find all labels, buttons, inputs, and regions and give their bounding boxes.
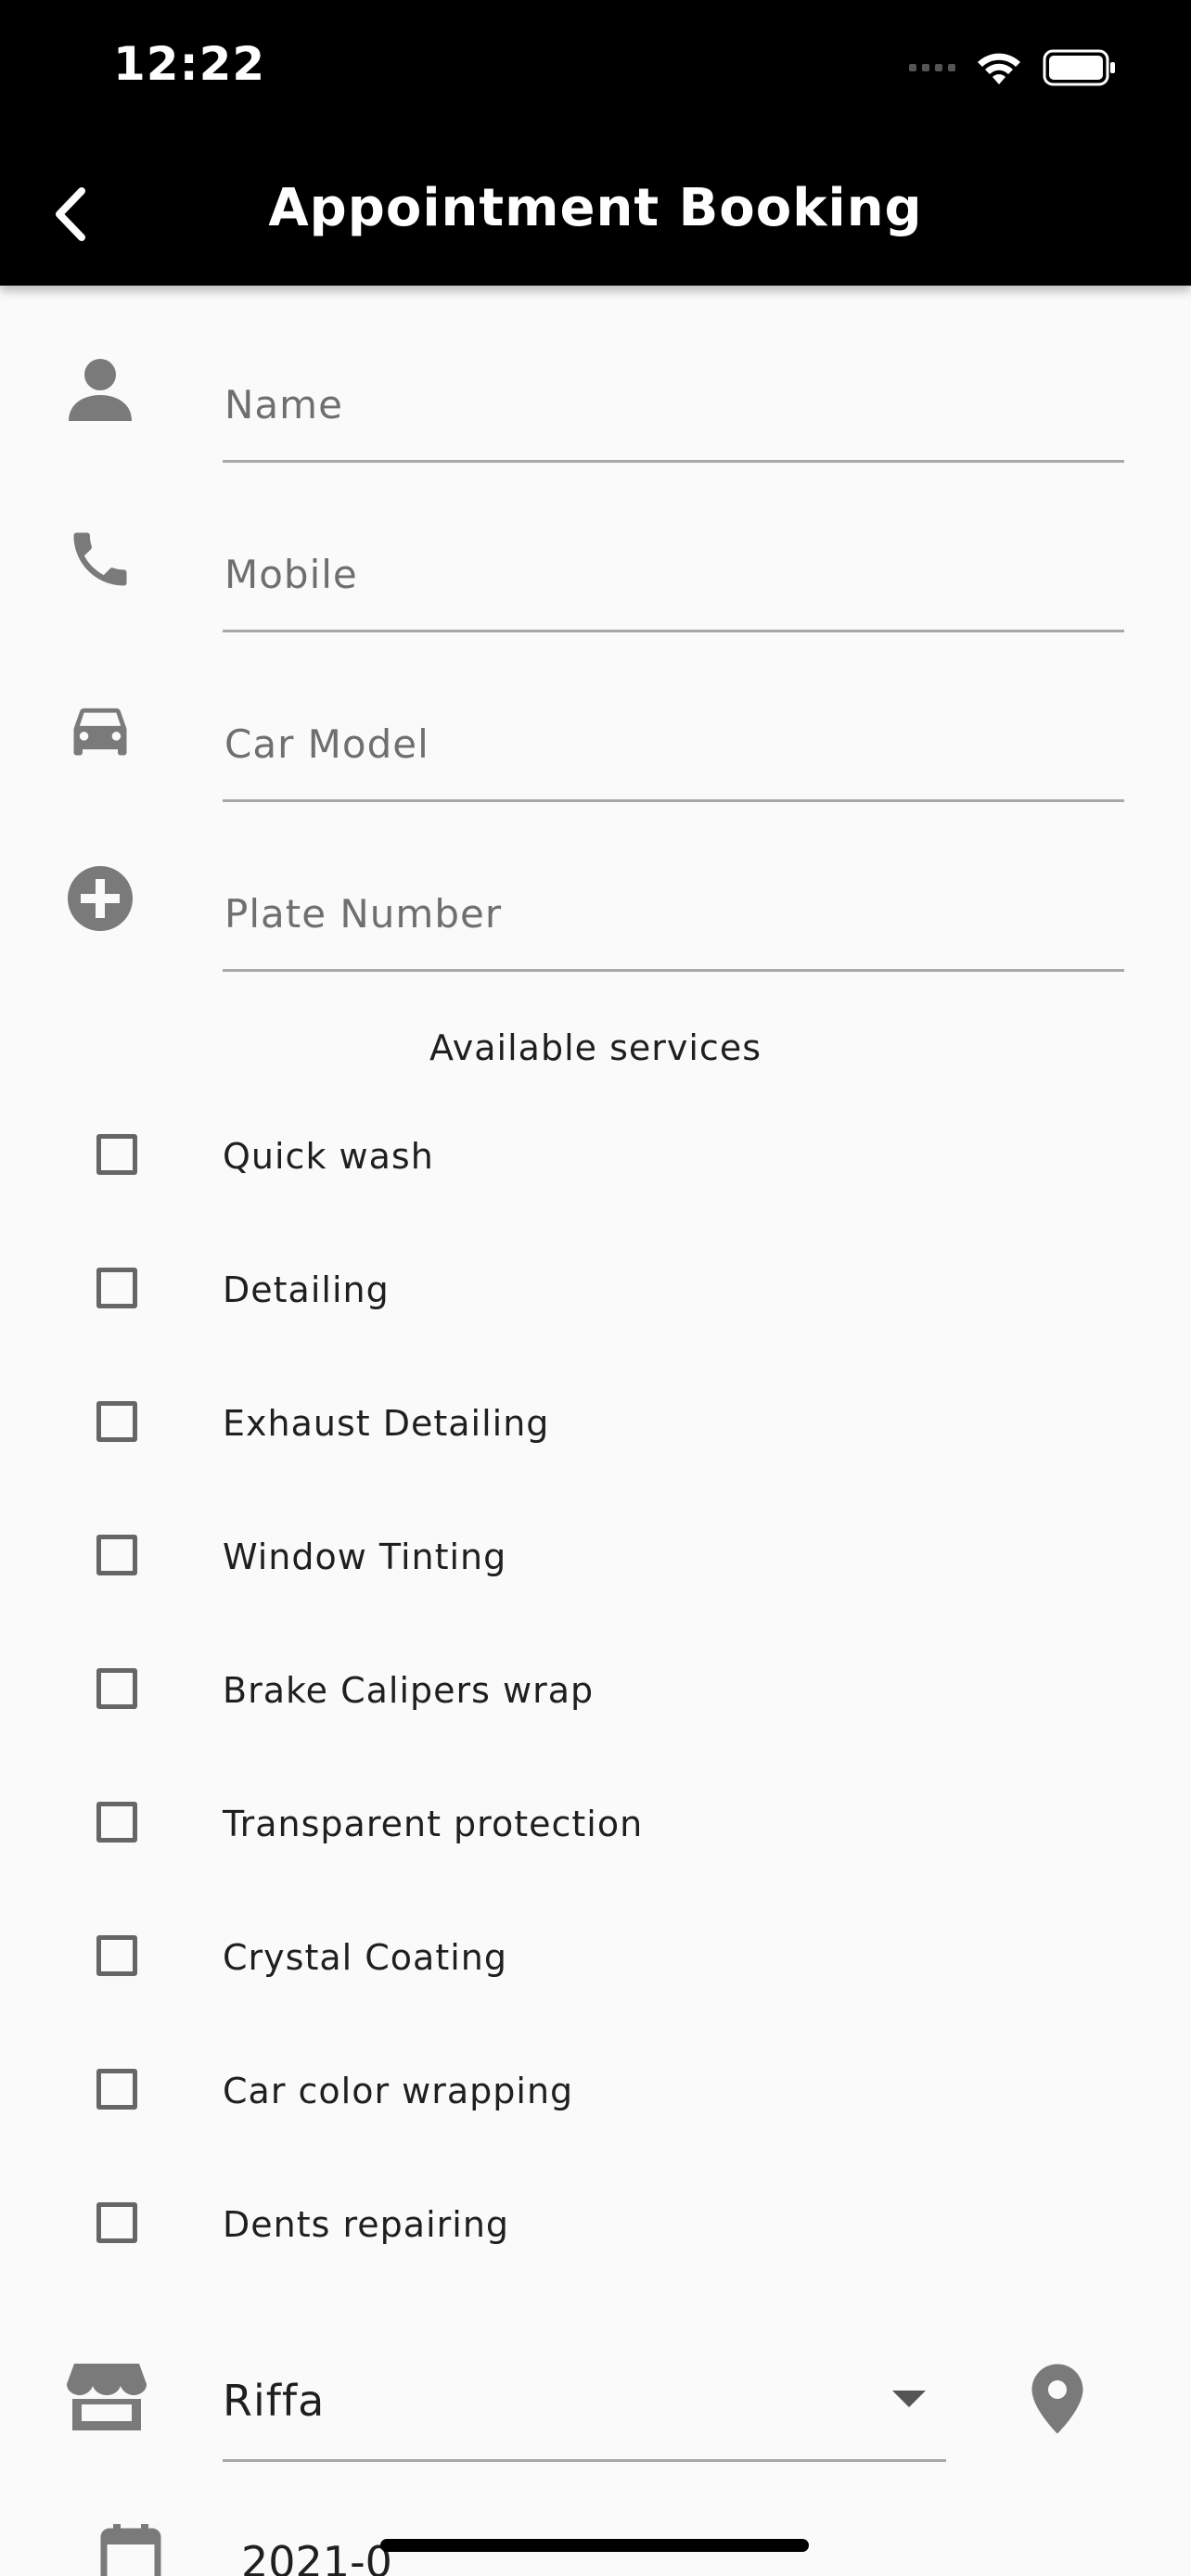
status-bar: 12:22 bbox=[0, 0, 1191, 139]
checkbox[interactable] bbox=[96, 1134, 137, 1175]
service-item-detailing[interactable]: Detailing bbox=[0, 1240, 1191, 1342]
checkbox[interactable] bbox=[96, 1668, 137, 1709]
page-title: Appointment Booking bbox=[268, 178, 923, 238]
location-button[interactable] bbox=[1020, 2357, 1095, 2441]
service-label: Detailing bbox=[223, 1269, 390, 1310]
checkbox[interactable] bbox=[96, 1802, 137, 1843]
service-label: Quick wash bbox=[223, 1136, 434, 1177]
person-icon bbox=[63, 352, 137, 427]
battery-icon bbox=[1043, 49, 1117, 86]
services-title: Available services bbox=[429, 1027, 762, 1068]
date-value[interactable]: 2021-0 bbox=[241, 2537, 392, 2576]
service-item-brake-calipers-wrap[interactable]: Brake Calipers wrap bbox=[0, 1640, 1191, 1742]
car-icon bbox=[63, 692, 137, 766]
status-time: 12:22 bbox=[113, 37, 266, 91]
checkbox[interactable] bbox=[96, 1935, 137, 1976]
service-label: Car color wrapping bbox=[223, 2071, 574, 2111]
branch-underline bbox=[223, 2459, 946, 2462]
car-model-underline bbox=[223, 799, 1124, 802]
car-model-field-row bbox=[0, 655, 1191, 822]
car-model-input[interactable] bbox=[223, 710, 1126, 777]
status-icons bbox=[909, 45, 1117, 91]
checkbox[interactable] bbox=[96, 1268, 137, 1308]
mobile-input[interactable] bbox=[223, 541, 1126, 607]
name-field-row bbox=[0, 315, 1191, 482]
mobile-underline bbox=[223, 630, 1124, 632]
service-label: Crystal Coating bbox=[223, 1937, 507, 1978]
service-item-car-color-wrapping[interactable]: Car color wrapping bbox=[0, 2041, 1191, 2143]
service-item-window-tinting[interactable]: Window Tinting bbox=[0, 1507, 1191, 1609]
cellular-signal-icon bbox=[909, 64, 955, 71]
location-pin-icon bbox=[1031, 2364, 1083, 2434]
name-underline bbox=[223, 460, 1124, 463]
service-label: Transparent protection bbox=[223, 1804, 644, 1844]
store-icon bbox=[65, 2355, 148, 2439]
plate-number-underline bbox=[223, 969, 1124, 972]
calendar-icon bbox=[100, 2524, 165, 2576]
service-item-dents-repairing[interactable]: Dents repairing bbox=[0, 2174, 1191, 2276]
plate-number-input[interactable] bbox=[223, 880, 1126, 947]
add-circle-icon bbox=[63, 861, 137, 936]
service-item-exhaust-detailing[interactable]: Exhaust Detailing bbox=[0, 1373, 1191, 1475]
service-label: Dents repairing bbox=[223, 2204, 510, 2245]
mobile-field-row bbox=[0, 485, 1191, 652]
wifi-icon bbox=[976, 49, 1022, 86]
checkbox[interactable] bbox=[96, 1535, 137, 1575]
service-item-transparent-protection[interactable]: Transparent protection bbox=[0, 1774, 1191, 1876]
phone-icon bbox=[63, 522, 137, 596]
checkbox[interactable] bbox=[96, 1401, 137, 1442]
branch-selector-row: Riffa bbox=[0, 2337, 1191, 2476]
name-input[interactable] bbox=[223, 371, 1126, 438]
dropdown-arrow-icon[interactable] bbox=[892, 2391, 926, 2407]
service-label: Exhaust Detailing bbox=[223, 1403, 550, 1444]
home-indicator bbox=[380, 2539, 809, 2552]
service-item-quick-wash[interactable]: Quick wash bbox=[0, 1106, 1191, 1208]
service-label: Window Tinting bbox=[223, 1537, 507, 1577]
plate-number-field-row bbox=[0, 824, 1191, 991]
branch-dropdown-value[interactable]: Riffa bbox=[223, 2376, 325, 2426]
service-label: Brake Calipers wrap bbox=[223, 1670, 595, 1711]
app-bar: Appointment Booking bbox=[0, 139, 1191, 286]
service-item-crystal-coating[interactable]: Crystal Coating bbox=[0, 1907, 1191, 2009]
checkbox[interactable] bbox=[96, 2202, 137, 2243]
checkbox[interactable] bbox=[96, 2069, 137, 2110]
